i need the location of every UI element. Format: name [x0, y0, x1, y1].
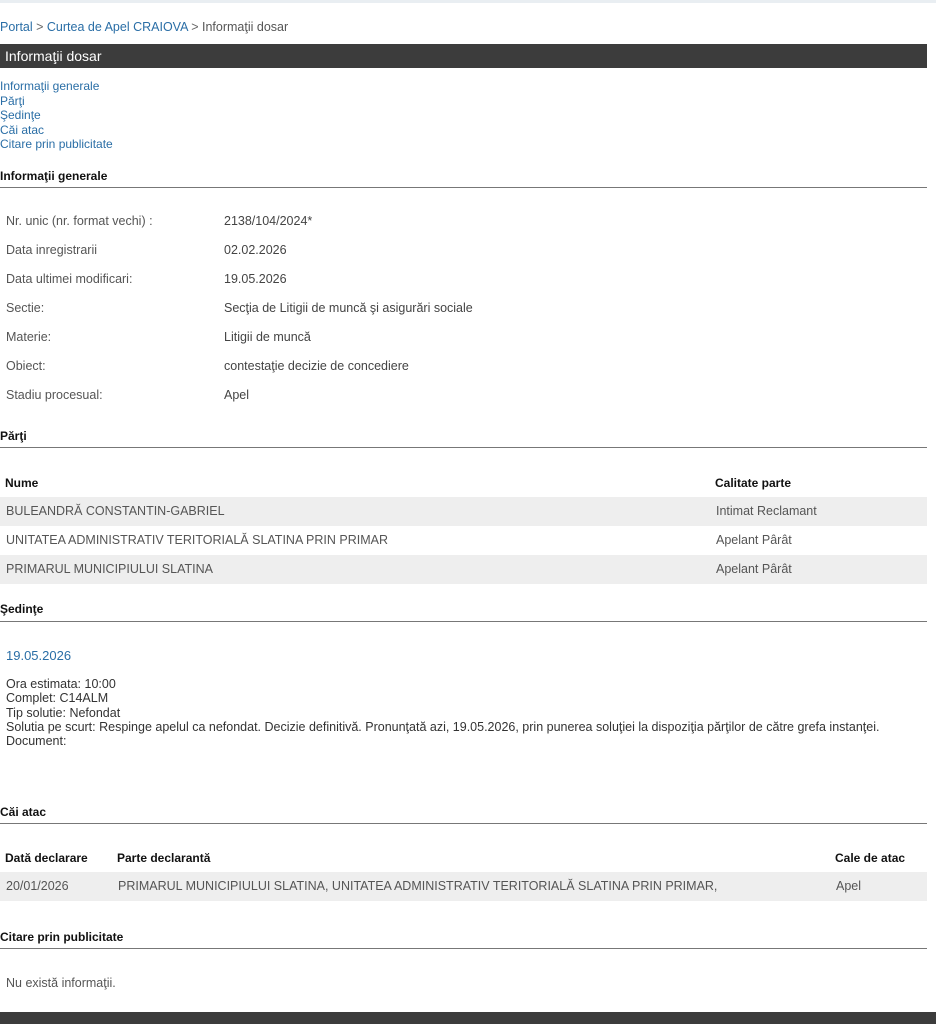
nav-link-sedinte[interactable]: Şedinţe — [0, 108, 113, 123]
party-name: PRIMARUL MUNICIPIULUI SLATINA — [6, 562, 213, 576]
info-row: Sectie: Secţia de Litigii de muncă şi as… — [6, 301, 906, 321]
breadcrumb-separator: > — [32, 20, 47, 34]
info-label: Data ultimei modificari: — [6, 272, 133, 286]
top-border — [0, 0, 936, 3]
divider — [0, 621, 927, 622]
section-heading-cai-atac: Căi atac — [0, 805, 47, 819]
declaring-party: PRIMARUL MUNICIPIULUI SLATINA, UNITATEA … — [118, 879, 718, 893]
column-header-data-declarare: Dată declarare — [5, 851, 88, 865]
page-title: Informaţii dosar — [5, 48, 102, 64]
info-row: Materie: Litigii de muncă — [6, 330, 906, 350]
party-role: Apelant Pârât — [716, 562, 792, 576]
empty-state-text: Nu există informaţii. — [6, 976, 116, 990]
table-row: UNITATEA ADMINISTRATIV TERITORIALĂ SLATI… — [0, 526, 927, 555]
section-heading-parti: Părţi — [0, 429, 27, 443]
section-heading-citare: Citare prin publicitate — [0, 930, 124, 944]
info-value: Litigii de muncă — [224, 330, 311, 344]
nav-link-informatii-generale[interactable]: Informaţii generale — [0, 79, 113, 94]
info-row: Obiect: contestaţie decizie de concedier… — [6, 359, 906, 379]
info-label: Stadiu procesual: — [6, 388, 103, 402]
column-header-calitate: Calitate parte — [715, 476, 792, 490]
hearing-panel: Complet: C14ALM — [6, 691, 109, 706]
table-row: PRIMARUL MUNICIPIULUI SLATINA Apelant Pâ… — [0, 555, 927, 584]
party-name: UNITATEA ADMINISTRATIV TERITORIALĂ SLATI… — [6, 533, 389, 547]
breadcrumb-current: Informaţii dosar — [201, 20, 289, 34]
info-value: 19.05.2026 — [224, 272, 287, 286]
breadcrumb-portal-link[interactable]: Portal — [0, 20, 33, 34]
info-value: Secţia de Litigii de muncă şi asigurări … — [224, 301, 473, 315]
divider — [0, 187, 927, 188]
column-header-parte-declaranta: Parte declarantă — [117, 851, 211, 865]
section-nav: Informaţii generale Părţi Şedinţe Căi at… — [0, 79, 113, 152]
footer-bar — [0, 1012, 936, 1024]
info-value: Apel — [224, 388, 250, 402]
party-name: BULEANDRĂ CONSTANTIN-GABRIEL — [6, 504, 225, 518]
info-label: Sectie: — [6, 301, 45, 315]
divider — [0, 447, 927, 448]
info-row: Stadiu procesual: Apel — [6, 388, 906, 408]
nav-link-parti[interactable]: Părţi — [0, 94, 113, 109]
info-label: Nr. unic (nr. format vechi) : — [6, 214, 153, 228]
info-label: Materie: — [6, 330, 52, 344]
party-role: Intimat Reclamant — [716, 504, 817, 518]
section-heading-informatii-generale: Informaţii generale — [0, 169, 108, 183]
hearing-solution-type: Tip solutie: Nefondat — [6, 705, 121, 720]
divider — [0, 948, 927, 949]
section-heading-sedinte: Şedinţe — [0, 602, 44, 616]
info-value: 02.02.2026 — [224, 243, 287, 257]
column-header-nume: Nume — [5, 476, 39, 490]
info-value: contestaţie decizie de concediere — [224, 359, 409, 373]
hearing-solution-summary: Solutia pe scurt: Respinge apelul ca nef… — [6, 719, 880, 734]
hearing-date-link[interactable]: 19.05.2026 — [6, 648, 71, 663]
info-label: Obiect: — [6, 359, 46, 373]
info-row: Data inregistrarii 02.02.2026 — [6, 243, 906, 263]
nav-link-cai-atac[interactable]: Căi atac — [0, 123, 113, 138]
table-row: 20/01/2026 PRIMARUL MUNICIPIULUI SLATINA… — [0, 872, 927, 901]
hearing-document: Document: — [6, 734, 67, 749]
declaration-date: 20/01/2026 — [6, 879, 69, 893]
column-header-cale-atac: Cale de atac — [835, 851, 906, 865]
info-row: Nr. unic (nr. format vechi) : 2138/104/2… — [6, 214, 906, 234]
page-title-bar: Informaţii dosar — [0, 44, 927, 68]
appeal-type: Apel — [836, 879, 862, 893]
breadcrumb-separator: > — [187, 20, 202, 34]
info-value: 2138/104/2024* — [224, 214, 313, 228]
table-row: BULEANDRĂ CONSTANTIN-GABRIEL Intimat Rec… — [0, 497, 927, 526]
divider — [0, 823, 927, 824]
hearing-time: Ora estimata: 10:00 — [6, 677, 116, 691]
breadcrumb-court-link[interactable]: Curtea de Apel CRAIOVA — [47, 20, 188, 34]
nav-link-citare[interactable]: Citare prin publicitate — [0, 137, 113, 152]
party-role: Apelant Pârât — [716, 533, 792, 547]
info-row: Data ultimei modificari: 19.05.2026 — [6, 272, 906, 292]
info-label: Data inregistrarii — [6, 243, 98, 257]
hearing-details: Ora estimata: 10:00 Complet: C14ALM Tip … — [6, 677, 879, 748]
breadcrumb: Portal > Curtea de Apel CRAIOVA > Inform… — [0, 20, 288, 34]
